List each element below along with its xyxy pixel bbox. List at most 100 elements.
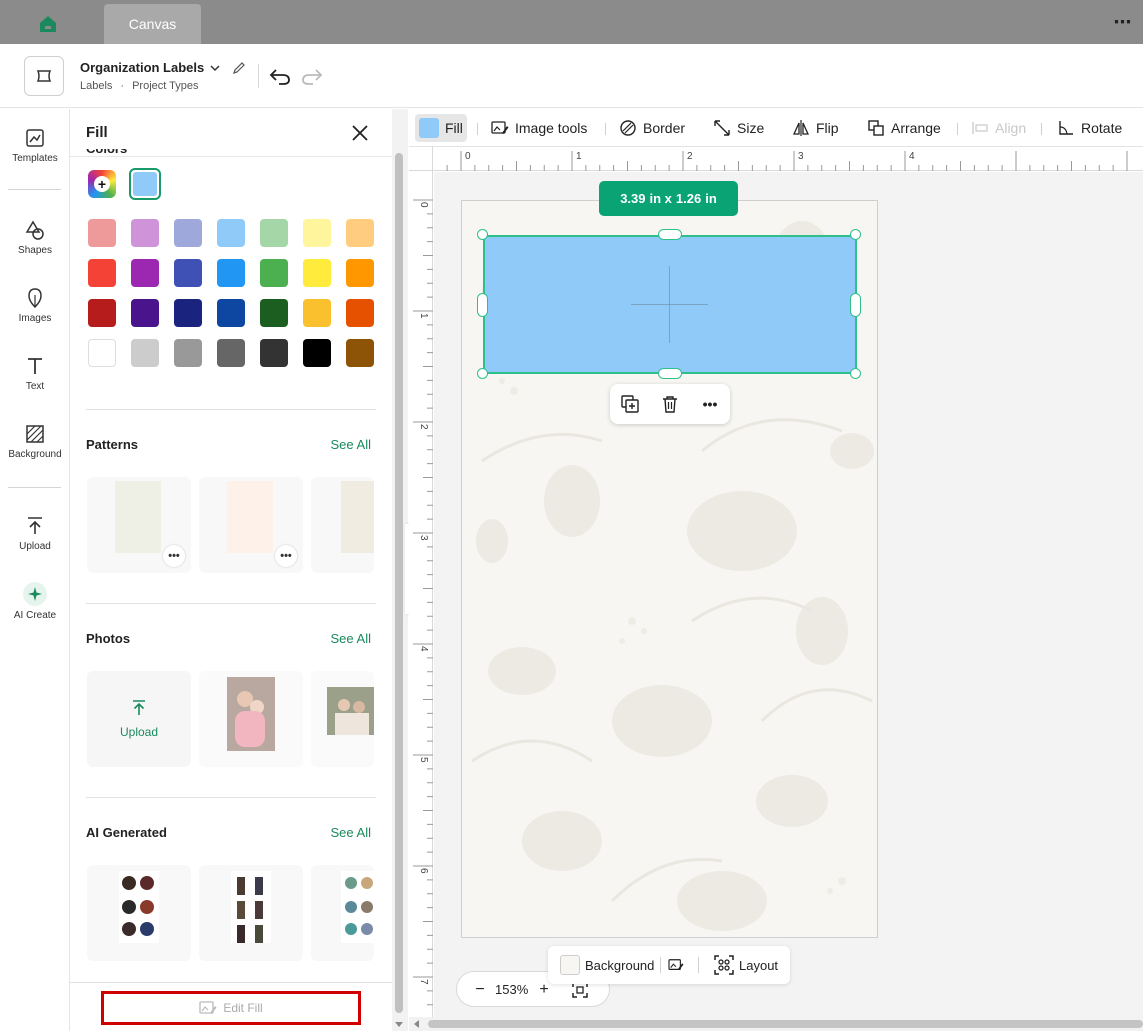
redo-icon[interactable] [300,64,324,88]
color-swatch[interactable] [174,299,202,327]
ruler-label: 7 [418,979,429,985]
color-swatch[interactable] [260,219,288,247]
canvas-horizontal-scrollbar-thumb[interactable] [428,1020,1143,1028]
color-swatch[interactable] [131,339,159,367]
color-swatch[interactable] [346,339,374,367]
rail-item-images[interactable]: Images [0,275,70,335]
images-icon [28,287,42,308]
color-swatch[interactable] [217,339,245,367]
color-swatch[interactable] [88,339,116,367]
color-swatch[interactable] [131,299,159,327]
color-swatch[interactable] [88,259,116,287]
duplicate-button[interactable] [618,392,642,416]
color-swatch[interactable] [260,339,288,367]
pencil-icon[interactable] [232,61,246,75]
color-swatch[interactable] [174,259,202,287]
ai-generated-heading: AI Generated [86,825,167,840]
photo-upload-card[interactable]: Upload [87,671,191,767]
toolbar-arrange-button[interactable]: Arrange [863,114,945,142]
resize-handle-top-left[interactable] [477,229,488,240]
color-swatch[interactable] [174,219,202,247]
photo-thumbnail [227,677,275,751]
color-swatch[interactable] [131,259,159,287]
color-swatch[interactable] [88,219,116,247]
scroll-down-arrow-icon[interactable] [394,1019,404,1029]
photo-card[interactable] [311,671,374,767]
resize-handle-bottom-left[interactable] [477,368,488,379]
rail-item-ai-create[interactable]: AI Create [0,571,70,631]
toolbar-align-button[interactable]: Align [967,114,1030,142]
color-swatch[interactable] [217,219,245,247]
add-custom-color-button[interactable]: + [88,170,116,198]
zoom-level[interactable]: 153% [495,982,528,997]
edit-fill-button[interactable]: Edit Fill [101,991,361,1025]
zoom-out-button[interactable]: − [469,979,491,1001]
undo-icon[interactable] [268,64,292,88]
photos-see-all-link[interactable]: See All [331,631,371,646]
more-icon[interactable]: ••• [163,545,185,567]
color-swatch[interactable] [88,299,116,327]
rail-item-background[interactable]: Background [0,411,70,471]
background-button[interactable]: Background [560,955,654,975]
color-swatch[interactable] [346,219,374,247]
pattern-card[interactable] [311,477,374,573]
resize-handle-right[interactable] [850,293,861,317]
more-options-icon[interactable]: ••• [698,392,722,416]
resize-handle-left[interactable] [477,293,488,317]
tab-canvas[interactable]: Canvas [104,4,201,44]
ai-generated-see-all-link[interactable]: See All [331,825,371,840]
ai-image-card[interactable] [199,865,303,961]
color-swatch[interactable] [174,339,202,367]
color-swatch[interactable] [303,339,331,367]
color-swatch[interactable] [217,259,245,287]
toolbar-fill-button[interactable]: Fill [415,114,467,142]
align-icon [972,122,988,134]
breadcrumb-project-types[interactable]: Project Types [132,80,198,92]
project-title[interactable]: Organization Labels [80,60,246,75]
resize-handle-bottom-right[interactable] [850,368,861,379]
resize-handle-bottom[interactable] [658,368,682,379]
chevron-down-icon[interactable] [210,63,220,73]
resize-handle-top-right[interactable] [850,229,861,240]
color-swatch[interactable] [217,299,245,327]
current-color-fill [133,172,157,196]
color-swatch[interactable] [131,219,159,247]
color-swatch[interactable] [346,259,374,287]
more-icon[interactable]: ••• [275,545,297,567]
patterns-see-all-link[interactable]: See All [331,437,371,452]
rail-item-upload[interactable]: Upload [0,503,70,563]
toolbar-rotate-button[interactable]: Rotate [1053,114,1126,142]
more-options-icon[interactable]: ⋯ [1111,10,1135,34]
toolbar-label: Image tools [515,120,588,136]
toolbar-image-tools-button[interactable]: Image tools [487,114,591,142]
color-swatch[interactable] [260,259,288,287]
pattern-card[interactable]: ••• [87,477,191,573]
breadcrumb-labels[interactable]: Labels [80,80,112,92]
ai-image-thumbnail [341,871,374,943]
pattern-card[interactable]: ••• [199,477,303,573]
color-swatch[interactable] [303,219,331,247]
background-image-tools-button[interactable] [668,955,684,975]
ai-image-card[interactable] [311,865,374,961]
ai-image-card[interactable] [87,865,191,961]
delete-button[interactable] [658,392,682,416]
home-button[interactable] [28,8,68,40]
color-swatch[interactable] [303,299,331,327]
toolbar-size-button[interactable]: Size [709,114,768,142]
color-swatch[interactable] [346,299,374,327]
scroll-left-arrow-icon[interactable] [412,1019,422,1029]
rail-item-shapes[interactable]: Shapes [0,207,70,267]
current-color-swatch[interactable] [129,168,161,200]
panel-scrollbar-thumb[interactable] [395,153,403,1013]
layout-button[interactable]: Layout [714,955,778,975]
project-menu-button[interactable] [24,56,64,96]
photo-card[interactable] [199,671,303,767]
toolbar-flip-button[interactable]: Flip [788,114,843,142]
rail-item-templates[interactable]: Templates [0,115,70,175]
color-swatch[interactable] [260,299,288,327]
color-swatch[interactable] [303,259,331,287]
rail-item-text[interactable]: Text [0,343,70,403]
toolbar-border-button[interactable]: Border [615,114,689,142]
resize-handle-top[interactable] [658,229,682,240]
close-icon[interactable] [348,121,372,145]
